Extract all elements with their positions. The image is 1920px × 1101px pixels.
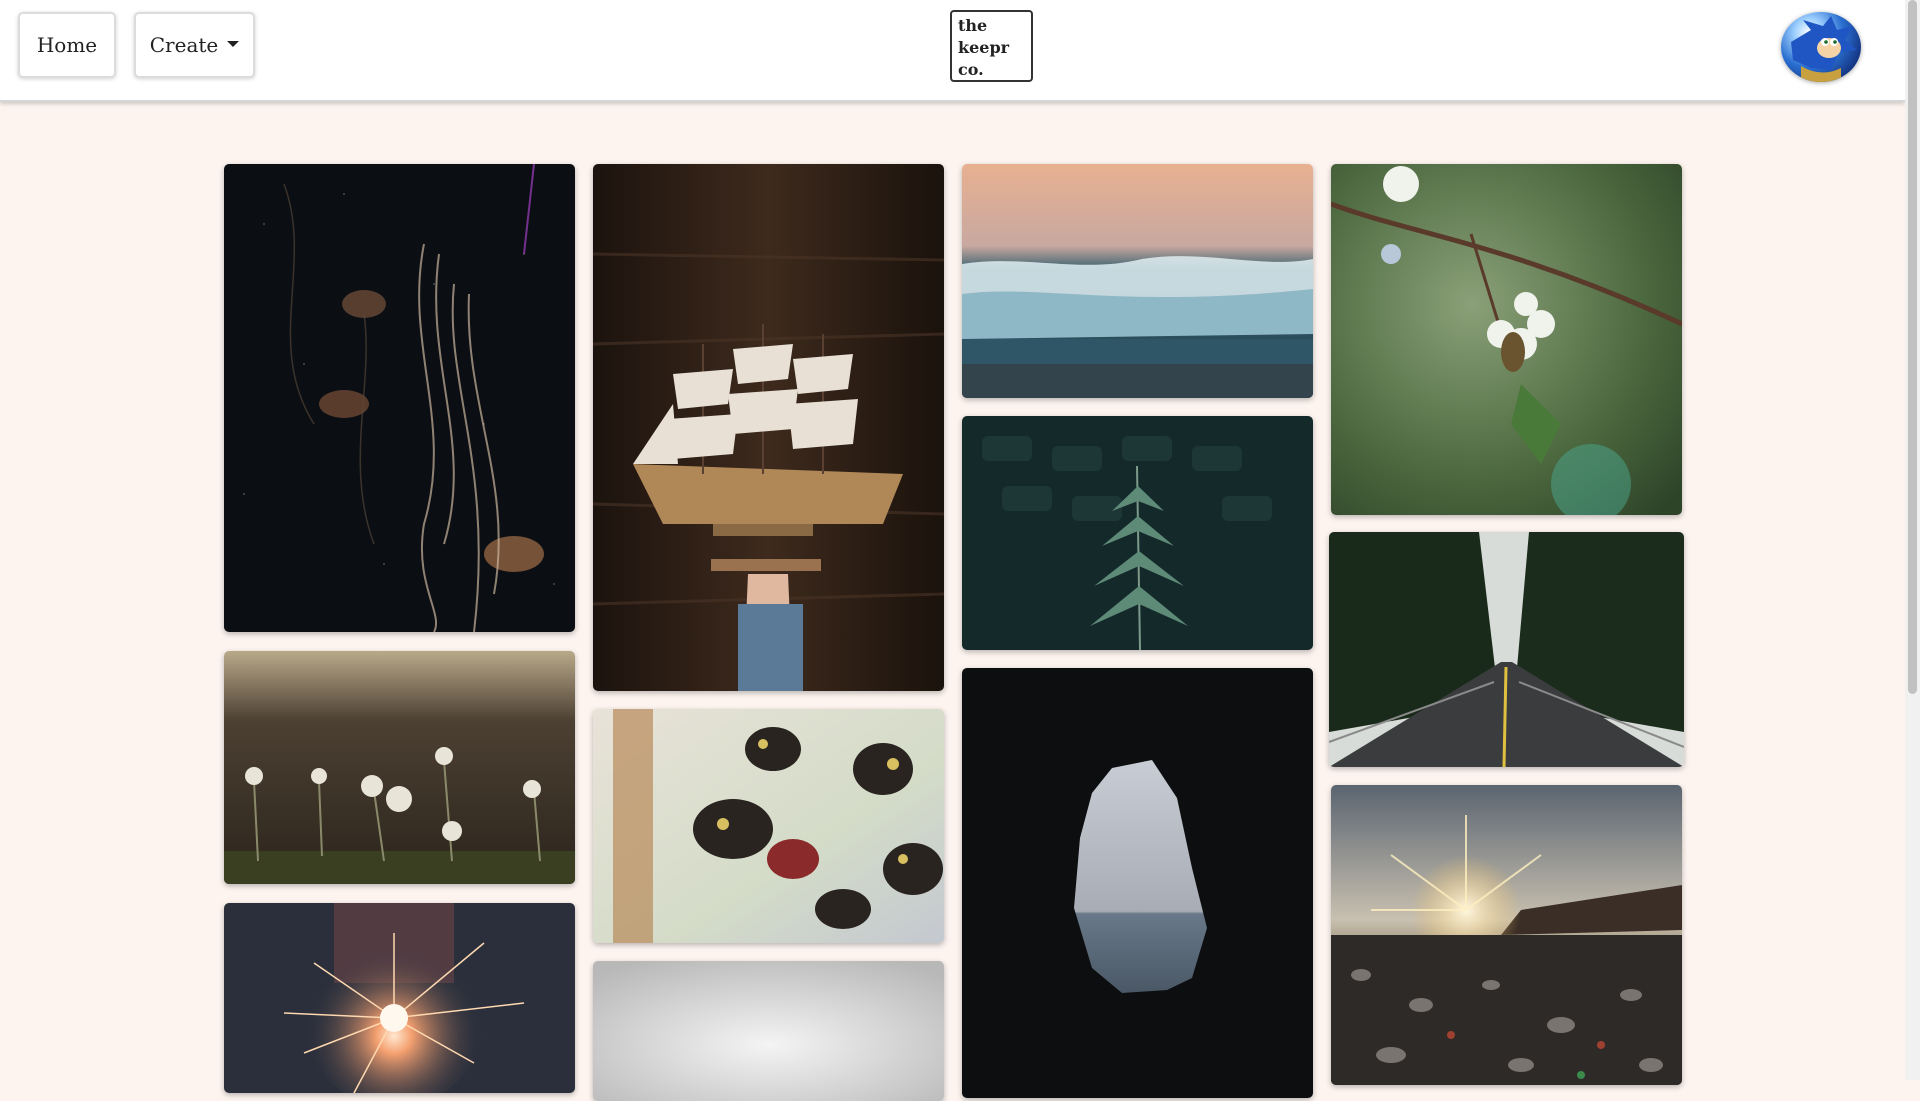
logo-line-1: the — [958, 16, 988, 35]
gallery-image-fern[interactable] — [962, 416, 1313, 650]
home-button[interactable]: Home — [18, 12, 116, 78]
gallery-image-model-sailing-ship[interactable] — [593, 164, 944, 691]
logo-line-3: co. — [958, 60, 984, 79]
gallery-image-jellyfish[interactable] — [224, 164, 575, 632]
gallery-image-blackberry-blossom-bee[interactable] — [1331, 164, 1682, 515]
gallery-image-sunset-pebble-beach[interactable] — [1331, 785, 1682, 1085]
gallery-image-grey-gradient[interactable] — [593, 961, 944, 1101]
create-dropdown-button[interactable]: Create — [134, 12, 255, 78]
chevron-down-icon — [227, 41, 240, 47]
gallery-image-sparkler[interactable] — [224, 903, 575, 1093]
gallery-image-ocean-waves[interactable] — [962, 164, 1313, 398]
scrollbar-thumb[interactable] — [1908, 0, 1917, 694]
navbar: Home Create the keepr co. — [0, 0, 1905, 102]
avatar-character-icon — [1791, 16, 1857, 82]
site-logo[interactable]: the keepr co. — [950, 10, 1033, 82]
gallery-image-forest-road[interactable] — [1329, 532, 1684, 767]
gallery-image-dandelions[interactable] — [224, 651, 575, 884]
user-avatar[interactable] — [1781, 12, 1861, 82]
gallery-image-butterfly-display[interactable] — [593, 709, 944, 943]
gallery-image-cave-opening-sea[interactable] — [962, 668, 1313, 1098]
home-label: Home — [36, 33, 98, 57]
create-label: Create — [149, 33, 219, 57]
logo-line-2: keepr — [958, 38, 1010, 57]
vertical-scrollbar[interactable] — [1905, 0, 1920, 1080]
